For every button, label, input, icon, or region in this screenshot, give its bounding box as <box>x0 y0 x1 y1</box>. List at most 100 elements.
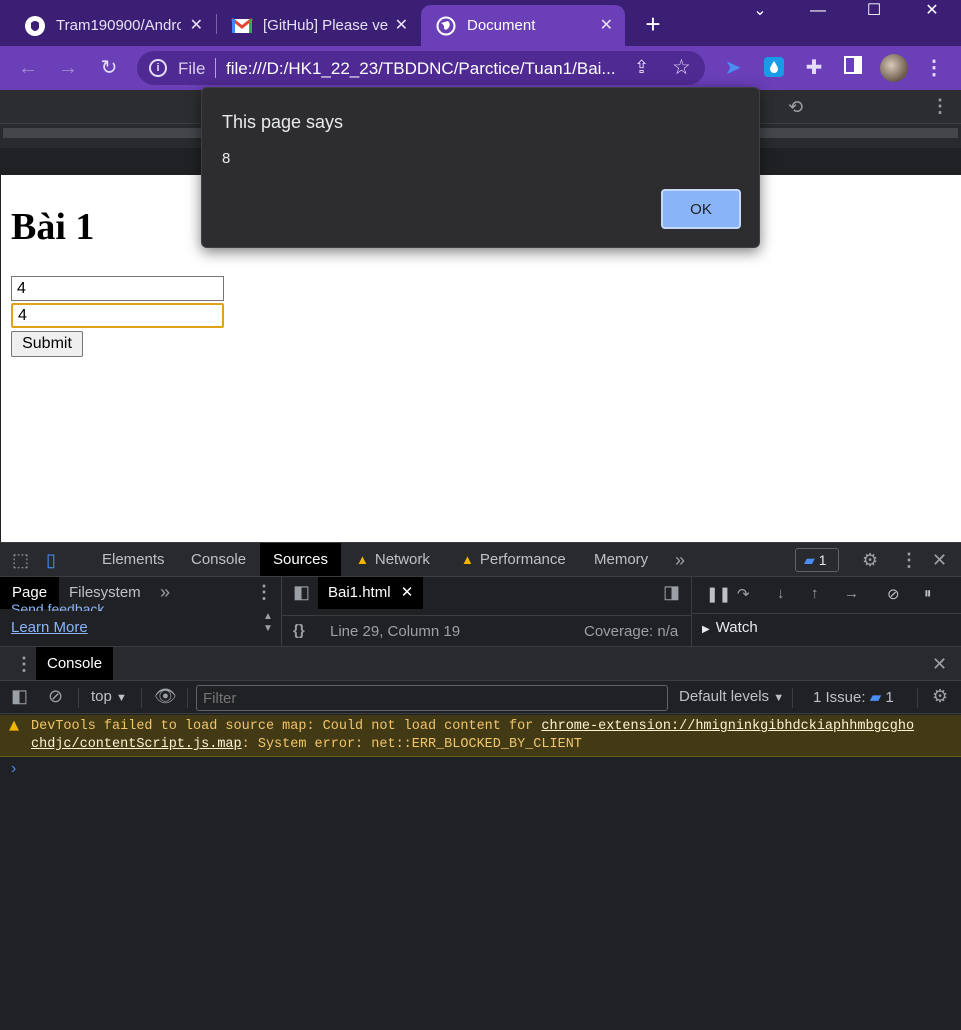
close-devtools-icon[interactable]: ✕ <box>932 550 947 571</box>
coverage-status: Coverage: n/a <box>584 623 679 640</box>
divider <box>78 688 79 708</box>
drawer-menu-icon[interactable]: ⋮ <box>15 654 33 675</box>
learn-more-link[interactable]: Learn More <box>11 619 88 636</box>
side-panel-icon[interactable] <box>841 56 865 80</box>
drawer-tab-console[interactable]: Console <box>36 647 114 681</box>
droplet-extension-icon[interactable] <box>762 56 786 80</box>
issues-count: 1 <box>818 552 827 568</box>
message-icon: ▰ <box>804 552 815 568</box>
issues-badge[interactable]: ▰ 1 <box>795 548 839 572</box>
console-settings-gear-icon[interactable]: ⚙ <box>932 686 948 707</box>
number-input-1[interactable] <box>11 276 224 301</box>
forward-arrow-icon[interactable]: → <box>56 56 80 80</box>
warning-line-2: chdjc/contentScript.js.map: System error… <box>31 737 582 752</box>
file-tab[interactable]: Bai1.html ✕ <box>318 577 424 609</box>
navigator-pane: Page Filesystem » ⋮ Send feedback Learn … <box>0 577 282 647</box>
tab-network[interactable]: ▲ Network <box>343 543 443 577</box>
step-into-icon[interactable]: ↓ <box>777 585 785 602</box>
github-icon <box>24 15 46 37</box>
cursor-extension-icon[interactable]: ➤ <box>721 56 745 80</box>
log-levels-dropdown[interactable]: Default levels ▼ <box>679 688 784 705</box>
number-input-2[interactable] <box>11 303 224 328</box>
tab-gmail[interactable]: [GitHub] Please ver ✕ <box>217 5 420 46</box>
maximize-icon[interactable]: ☐ <box>851 0 897 24</box>
context-label: top <box>91 688 112 705</box>
tab-search-chevron-icon[interactable]: ⌄ <box>737 0 783 24</box>
scroll-arrows-icon[interactable]: ▲ ▼ <box>263 611 273 635</box>
ok-button[interactable]: OK <box>661 189 741 229</box>
browser-toolbar: ← → ↻ i File file:///D:/HK1_22_23/TBDDNC… <box>0 46 961 90</box>
show-sidebar-icon[interactable]: ◧ <box>11 686 28 707</box>
browser-menu-icon[interactable]: ⋮ <box>922 56 946 80</box>
close-icon[interactable]: ✕ <box>395 15 408 35</box>
issues-count: 1 <box>885 689 894 706</box>
tab-github[interactable]: Tram190900/Andro ✕ <box>10 5 215 46</box>
deactivate-breakpoints-icon[interactable]: ⊘ <box>887 585 900 603</box>
url-text[interactable]: file:///D:/HK1_22_23/TBDDNC/Parctice/Tua… <box>226 59 616 79</box>
alert-dialog: This page says 8 OK <box>201 87 760 248</box>
inspect-element-icon[interactable]: ⬚ <box>12 550 29 571</box>
step-icon[interactable]: → <box>844 585 859 602</box>
device-more-icon[interactable]: ⋮ <box>931 96 949 117</box>
issues-label: 1 Issue: <box>813 689 866 706</box>
tab-elements[interactable]: Elements <box>89 543 178 577</box>
tab-document[interactable]: Document ✕ <box>421 5 625 46</box>
device-toggle-icon[interactable]: ▯ <box>46 550 56 571</box>
bookmark-star-icon[interactable]: ☆ <box>672 55 691 80</box>
step-out-icon[interactable]: ↑ <box>811 585 819 602</box>
pretty-print-icon[interactable]: {} <box>293 622 305 639</box>
divider <box>215 58 216 78</box>
puzzle-extensions-icon[interactable]: ✚ <box>802 56 826 80</box>
live-expression-eye-icon[interactable]: 👁 <box>154 686 177 707</box>
close-icon[interactable]: ✕ <box>401 584 414 601</box>
toggle-navigator-icon[interactable]: ◧ <box>293 582 310 603</box>
context-selector[interactable]: top ▼ <box>91 688 127 705</box>
pause-on-exceptions-icon[interactable]: ⏸ <box>924 585 932 602</box>
settings-gear-icon[interactable]: ⚙ <box>862 550 878 571</box>
cursor-position: Line 29, Column 19 <box>330 623 461 640</box>
submit-button[interactable]: Submit <box>11 331 83 357</box>
source-map-link[interactable]: chrome-extension://hmigninkgibhdckiaphhm… <box>541 719 914 734</box>
editor-status-bar: {} Line 29, Column 19 Coverage: n/a <box>282 615 692 647</box>
pause-icon[interactable]: ❚❚ <box>706 585 731 603</box>
new-tab-plus-icon[interactable]: + <box>640 9 666 40</box>
warning-text: : System error: net::ERR_BLOCKED_BY_CLIE… <box>241 737 582 752</box>
reload-icon[interactable]: ↻ <box>97 56 121 80</box>
more-tabs-chevron-icon[interactable]: » <box>675 550 685 571</box>
watch-section[interactable]: ▶ Watch <box>692 613 961 641</box>
console-toolbar: ◧ ⊘ top ▼ 👁 Default levels ▼ 1 Issue: ▰ … <box>0 680 961 714</box>
debugger-pane: ❚❚ ↷ ↓ ↑ → ⊘ ⏸ ▶ Watch <box>692 577 961 647</box>
message-icon: ▰ <box>869 689 882 706</box>
back-arrow-icon[interactable]: ← <box>16 56 40 80</box>
tab-performance[interactable]: ▲ Performance <box>448 543 579 577</box>
dropdown-arrow-icon: ▼ <box>116 692 127 704</box>
toggle-debugger-icon[interactable]: ◨ <box>663 582 680 603</box>
close-icon[interactable]: ✕ <box>190 15 203 35</box>
close-icon[interactable]: ✕ <box>600 15 613 35</box>
profile-avatar[interactable] <box>880 54 908 82</box>
minimize-icon[interactable]: — <box>795 0 841 24</box>
share-icon[interactable]: ⇪ <box>634 57 649 78</box>
tab-strip: Tram190900/Andro ✕ [GitHub] Please ver ✕… <box>0 0 961 46</box>
navigator-menu-icon[interactable]: ⋮ <box>255 582 273 603</box>
issues-button[interactable]: 1 Issue: ▰ 1 <box>813 688 894 706</box>
customize-menu-icon[interactable]: ⋮ <box>900 550 918 571</box>
console-filter-input[interactable] <box>196 685 668 711</box>
rotate-icon[interactable]: ⟲ <box>788 97 803 118</box>
warning-icon: ▲ <box>461 552 474 567</box>
info-icon[interactable]: i <box>149 59 167 77</box>
source-map-link[interactable]: chdjc/contentScript.js.map <box>31 737 242 752</box>
address-bar[interactable]: i File file:///D:/HK1_22_23/TBDDNC/Parct… <box>137 51 705 85</box>
tab-console[interactable]: Console <box>178 543 259 577</box>
console-prompt-icon[interactable]: › <box>11 760 16 778</box>
clear-console-icon[interactable]: ⊘ <box>48 686 63 707</box>
window-close-icon[interactable]: ✕ <box>909 0 955 24</box>
tab-sources[interactable]: Sources <box>260 543 342 577</box>
send-feedback-link[interactable]: Send feedback <box>11 601 104 611</box>
step-over-icon[interactable]: ↷ <box>737 585 750 603</box>
tab-memory[interactable]: Memory <box>581 543 661 577</box>
close-drawer-icon[interactable]: ✕ <box>932 654 947 675</box>
warning-icon: ▲ <box>9 718 19 733</box>
divider <box>141 688 142 708</box>
more-chevron-icon[interactable]: » <box>160 582 170 603</box>
